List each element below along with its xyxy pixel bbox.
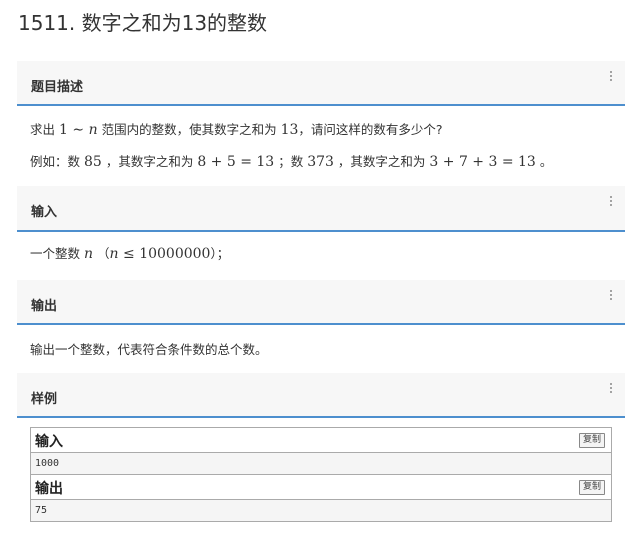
more-vert-icon[interactable] (609, 383, 613, 393)
input-description: 一个整数 n （n ≤ 10000000）； (30, 246, 230, 262)
sample-output-header: 输出 复制 (31, 474, 611, 500)
section-title-sample: 样例 (31, 392, 58, 407)
section-title-description: 题目描述 (31, 80, 84, 95)
copy-input-button[interactable]: 复制 (578, 433, 605, 448)
sample-output-value[interactable]: 75 (31, 500, 611, 521)
section-header-output[interactable]: 输出 (17, 280, 625, 325)
page-title: 1511. 数字之和为13的整数 (18, 11, 268, 35)
sample-input-value[interactable]: 1000 (31, 453, 611, 474)
section-header-description[interactable]: 题目描述 (17, 61, 625, 106)
sample-output-label: 输出 (35, 481, 63, 497)
sample-input-header: 输入 复制 (31, 428, 611, 453)
description-line-1: 求出 1 ∼ n 范围内的整数，使其数字之和为 13，请问这样的数有多少个? (30, 122, 443, 138)
sample-input-label: 输入 (35, 434, 63, 450)
description-line-2: 例如：数 85 ，其数字之和为 8 + 5 = 13 ；数 373 ，其数字之和… (30, 154, 553, 170)
more-vert-icon[interactable] (609, 196, 613, 206)
output-description: 输出一个整数，代表符合条件数的总个数。 (30, 342, 268, 357)
sample-box: 输入 复制 1000 输出 复制 75 (30, 427, 612, 522)
more-vert-icon[interactable] (609, 290, 613, 300)
section-header-input[interactable]: 输入 (17, 186, 625, 232)
copy-output-button[interactable]: 复制 (578, 480, 605, 495)
more-vert-icon[interactable] (609, 71, 613, 81)
section-header-sample[interactable]: 样例 (17, 373, 625, 418)
section-title-input: 输入 (31, 205, 58, 220)
section-title-output: 输出 (31, 299, 58, 314)
